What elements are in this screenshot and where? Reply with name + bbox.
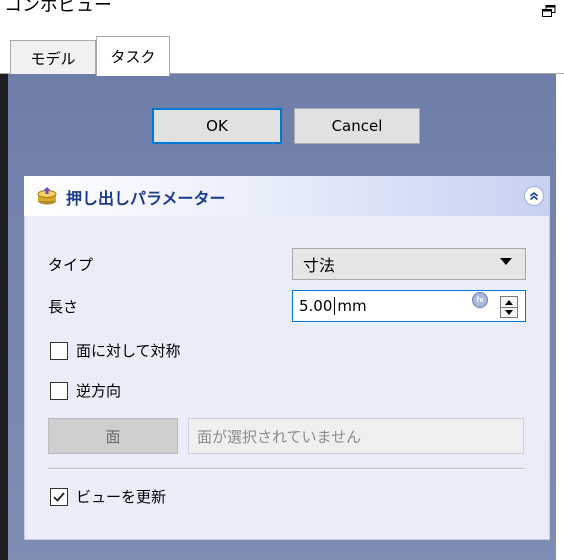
pad-icon <box>36 186 58 206</box>
tab-model-label: モデル <box>30 49 76 68</box>
dock-title: コンボビュー <box>4 0 112 16</box>
expression-icon[interactable]: fx <box>472 292 488 308</box>
length-label: 長さ <box>48 298 79 316</box>
face-button-label: 面 <box>105 427 121 446</box>
update-view-checkbox[interactable] <box>50 488 68 506</box>
ok-button-label: OK <box>206 117 228 135</box>
reversed-checkbox[interactable] <box>50 382 68 400</box>
float-icon[interactable] <box>542 3 556 17</box>
length-unit: mm <box>337 297 367 315</box>
tab-task-label: タスク <box>110 48 156 66</box>
checkmark-icon <box>53 492 65 502</box>
tab-task[interactable]: タスク <box>96 36 170 76</box>
text-caret <box>334 297 336 315</box>
type-label: タイプ <box>48 256 94 274</box>
face-field-text: 面が選択されていません <box>197 427 362 446</box>
panel-left-edge <box>0 74 8 560</box>
length-stepper[interactable] <box>500 296 518 318</box>
face-field: 面が選択されていません <box>188 418 524 454</box>
reversed-label: 逆方向 <box>76 382 122 400</box>
type-select-value: 寸法 <box>303 256 336 275</box>
update-view-label: ビューを更新 <box>76 488 167 506</box>
tab-model[interactable]: モデル <box>10 40 96 75</box>
ok-button[interactable]: OK <box>152 108 282 144</box>
stepper-down-icon[interactable] <box>505 310 513 315</box>
length-value: 5.00 <box>299 297 333 315</box>
pad-parameters-title: 押し出しパラメーター <box>66 189 226 208</box>
face-button[interactable]: 面 <box>48 418 178 454</box>
stepper-up-icon[interactable] <box>505 300 513 305</box>
cancel-button[interactable]: Cancel <box>294 108 420 144</box>
symmetric-label: 面に対して対称 <box>76 342 181 360</box>
chevron-down-icon[interactable] <box>500 258 512 265</box>
separator <box>48 468 524 470</box>
type-select[interactable]: 寸法 <box>292 248 526 280</box>
length-input[interactable]: 5.00 mm <box>292 290 526 322</box>
symmetric-checkbox[interactable] <box>50 342 68 360</box>
collapse-icon[interactable] <box>524 186 544 206</box>
cancel-button-label: Cancel <box>331 117 383 135</box>
